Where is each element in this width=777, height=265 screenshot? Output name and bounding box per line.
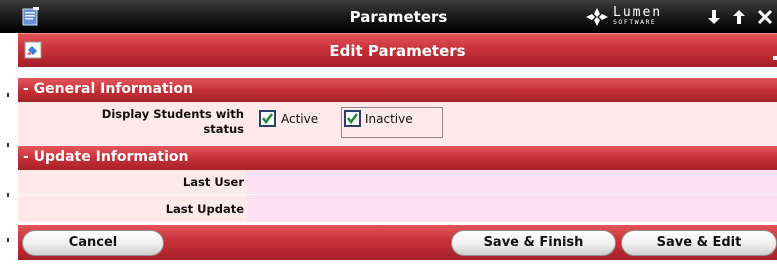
display-students-row: Display Students with status Active Inac… [18,102,777,145]
close-icon[interactable] [757,8,773,26]
form-header: Edit Parameters [18,33,777,67]
last-user-value [247,170,777,194]
lumen-logo: Lumen SOFTWARE [585,5,700,29]
last-user-row: Last User [18,170,777,194]
section-title: - General Information [23,81,194,97]
inactive-label[interactable]: Inactive [365,112,413,126]
section-update-information[interactable]: - Update Information [18,146,777,170]
inactive-checkbox[interactable] [344,110,361,127]
last-update-label: Last Update [165,202,244,216]
lumen-logo-icon [586,8,608,26]
form-footer: Cancel Save & Finish Save & Edit [18,225,777,260]
save-edit-button[interactable]: Save & Edit [621,230,777,256]
window-titlebar: Parameters Lumen SOFTWARE [0,0,777,33]
last-user-label: Last User [182,175,244,189]
active-label[interactable]: Active [281,112,318,126]
arrow-down-icon[interactable] [706,8,722,26]
form-title: Edit Parameters [329,42,466,60]
active-checkbox[interactable] [259,110,276,127]
cancel-button[interactable]: Cancel [22,230,164,256]
section-general-information[interactable]: - General Information [18,78,777,102]
arrow-up-icon[interactable] [731,8,747,26]
section-title: - Update Information [23,149,189,165]
brand-subtitle: SOFTWARE [613,18,657,26]
save-finish-button[interactable]: Save & Finish [451,230,616,256]
last-update-row: Last Update [18,195,777,222]
last-update-value [247,195,777,222]
status-options: Active Inactive [247,102,777,145]
left-edge [0,33,18,265]
display-students-label: Display Students with status [101,107,244,136]
